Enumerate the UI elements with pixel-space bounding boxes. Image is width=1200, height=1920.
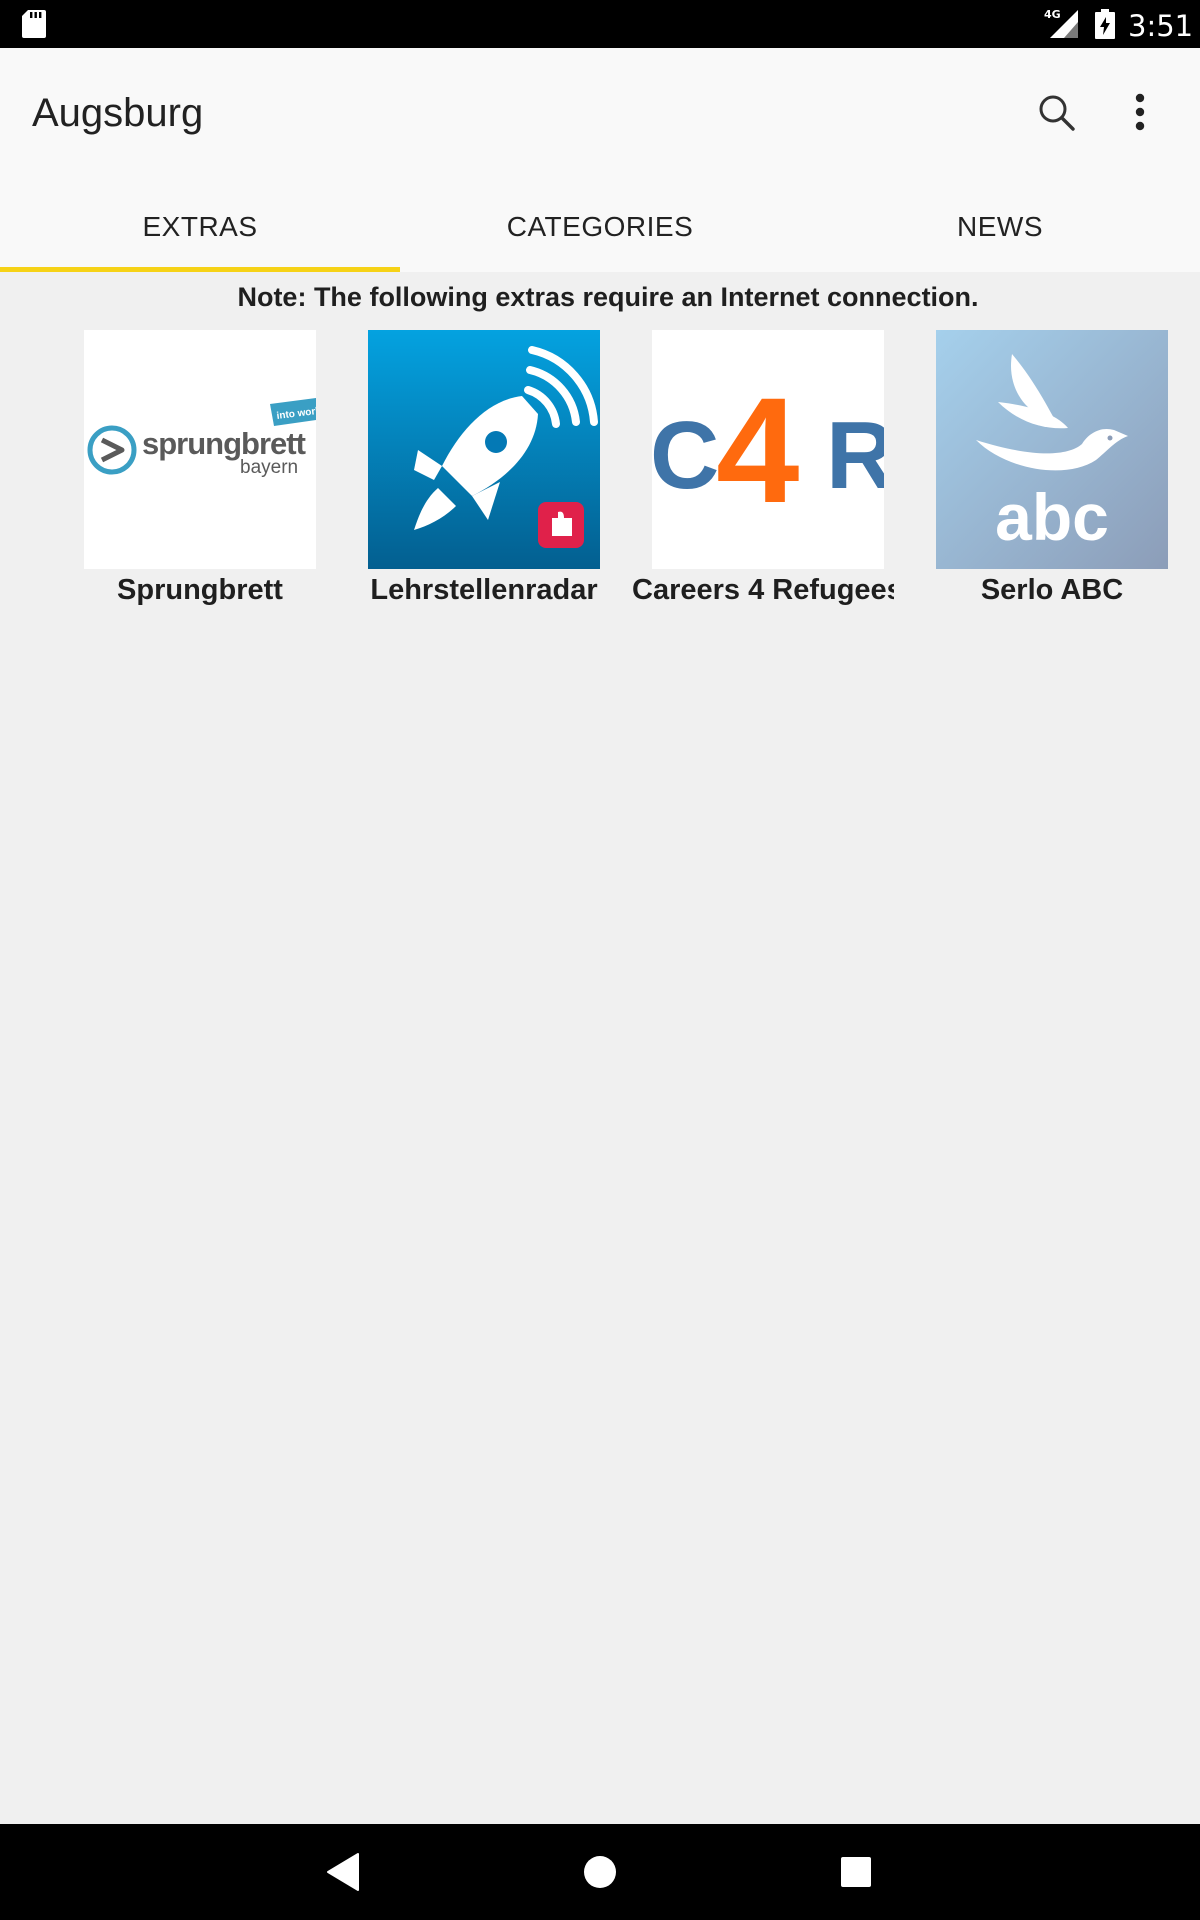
extra-label: Sprungbrett — [117, 574, 283, 606]
extra-tile-careers4refugees[interactable]: C 4 R Careers 4 Refugees — [632, 330, 894, 606]
more-vert-icon[interactable] — [1120, 88, 1160, 136]
logo-text: abc — [995, 480, 1109, 554]
status-bar: 4G 3:51 — [0, 0, 1200, 48]
sd-card-icon — [22, 10, 46, 38]
logo-text: sprungbrett — [142, 426, 306, 461]
app-bar: Augsburg EXTRAS CATEGORIES NEWS — [0, 48, 1200, 272]
tab-label: CATEGORIES — [506, 211, 694, 242]
logo-4: 4 — [716, 366, 799, 534]
back-icon[interactable] — [326, 1852, 360, 1892]
extra-tile-serlo-abc[interactable]: abc Serlo ABC — [936, 330, 1168, 606]
logo-r: R — [826, 402, 884, 509]
battery-icon — [1095, 9, 1115, 39]
extra-label: Serlo ABC — [980, 574, 1124, 606]
lehrstellenradar-logo — [368, 330, 600, 569]
careers4refugees-logo: C 4 R — [652, 330, 884, 569]
signal-icon: 4G — [1044, 8, 1078, 38]
search-icon[interactable] — [1032, 88, 1080, 136]
tab-news[interactable]: NEWS — [800, 182, 1200, 272]
logo-subtext: bayern — [240, 457, 298, 478]
internet-note: Note: The following extras require an In… — [237, 282, 979, 312]
logo-c: C — [652, 402, 719, 509]
extra-tile-sprungbrett[interactable]: into work sprungbrett bayern Sprungbrett — [84, 330, 316, 606]
extra-label: Lehrstellenradar — [370, 574, 598, 606]
recents-icon[interactable] — [841, 1857, 871, 1887]
serlo-abc-logo: abc — [936, 330, 1168, 569]
tab-extras[interactable]: EXTRAS — [0, 182, 400, 272]
sprungbrett-logo: into work sprungbrett bayern — [84, 330, 316, 569]
tab-label: NEWS — [957, 211, 1043, 242]
extra-tile-lehrstellenradar[interactable]: Lehrstellenradar — [368, 330, 600, 606]
extra-label: Careers 4 Refugees — [632, 574, 894, 606]
home-icon[interactable] — [584, 1856, 616, 1888]
tab-bar: EXTRAS CATEGORIES NEWS — [0, 182, 1200, 272]
tab-categories[interactable]: CATEGORIES — [400, 182, 800, 272]
network-type-label: 4G — [1044, 8, 1061, 21]
tab-label: EXTRAS — [142, 211, 258, 242]
status-clock: 3:51 — [1128, 9, 1194, 43]
page-title: Augsburg — [32, 91, 204, 135]
